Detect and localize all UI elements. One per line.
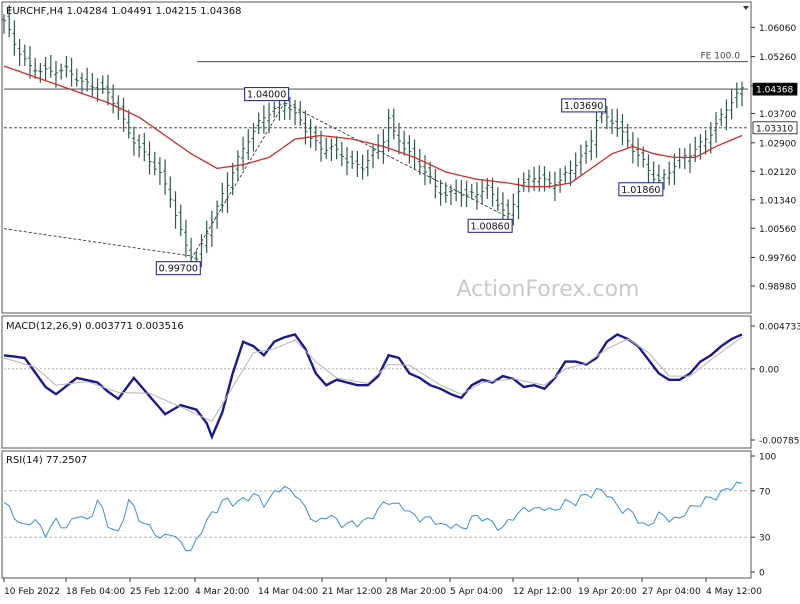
- x-axis-tick-label: 12 Apr 12:00: [513, 587, 572, 597]
- price-y-tick-label: 1.06060: [759, 24, 796, 34]
- price-level-label: 1.04000: [247, 90, 286, 101]
- price-y-tick-label: 1.05260: [759, 53, 796, 63]
- rsi-y-tick-label: 100: [759, 453, 776, 463]
- price-level-label: 1.03690: [564, 101, 603, 112]
- price-level-label: 1.01860: [621, 185, 660, 196]
- support-price-tag-label: 1.03310: [756, 124, 793, 134]
- macd-y-tick-label: 0.004733: [759, 323, 800, 333]
- x-axis-tick-label: 14 Mar 04:00: [258, 587, 318, 597]
- rsi-y-tick-label: 30: [759, 534, 771, 544]
- x-axis-tick-label: 25 Feb 12:00: [130, 587, 189, 597]
- rsi-y-tick-label: 0: [759, 569, 765, 579]
- x-axis-tick-label: 10 Feb 2022: [4, 587, 60, 597]
- price-y-tick-label: 1.01340: [759, 196, 796, 206]
- chart-background: [0, 0, 800, 600]
- price-y-tick-label: 1.03700: [759, 110, 796, 120]
- macd-panel-title: MACD(12,26,9) 0.003771 0.003516: [6, 321, 184, 332]
- price-y-tick-label: 0.99760: [759, 254, 796, 264]
- x-axis-tick-label: 5 Apr 04:00: [450, 587, 503, 597]
- x-axis-tick-label: 19 Apr 20:00: [578, 587, 637, 597]
- current-price-tag-label: 1.04368: [756, 86, 793, 96]
- macd-y-tick-label: -0.00785: [759, 437, 799, 447]
- x-axis-tick-label: 4 Mar 20:00: [195, 587, 250, 597]
- x-axis-tick-label: 28 Mar 20:00: [386, 587, 446, 597]
- price-y-tick-label: 0.98980: [759, 283, 796, 293]
- price-level-label: 1.00860: [470, 221, 509, 232]
- eurchf-chart: ActionForex.com 1.060601.052601.044601.0…: [0, 0, 800, 600]
- watermark-text: ActionForex.com: [457, 277, 640, 302]
- macd-y-tick-label: 0.00: [759, 365, 779, 375]
- rsi-panel-title: RSI(14) 77.2507: [6, 455, 87, 466]
- x-axis-tick-label: 21 Mar 12:00: [322, 587, 382, 597]
- x-axis-tick-label: 4 May 12:00: [706, 587, 762, 597]
- price-y-tick-label: 1.02120: [759, 168, 796, 178]
- fibonacci-extension-label: FE 100.0: [701, 52, 741, 62]
- rsi-y-tick-label: 70: [759, 487, 771, 497]
- x-axis-tick-label: 27 Apr 04:00: [642, 587, 701, 597]
- price-y-tick-label: 1.00560: [759, 225, 796, 235]
- price-level-label: 0.99700: [159, 264, 198, 275]
- price-y-tick-label: 1.02900: [759, 139, 796, 149]
- price-panel-title: EURCHF,H4 1.04284 1.04491 1.04215 1.0436…: [6, 6, 242, 17]
- x-axis-tick-label: 18 Feb 04:00: [66, 587, 125, 597]
